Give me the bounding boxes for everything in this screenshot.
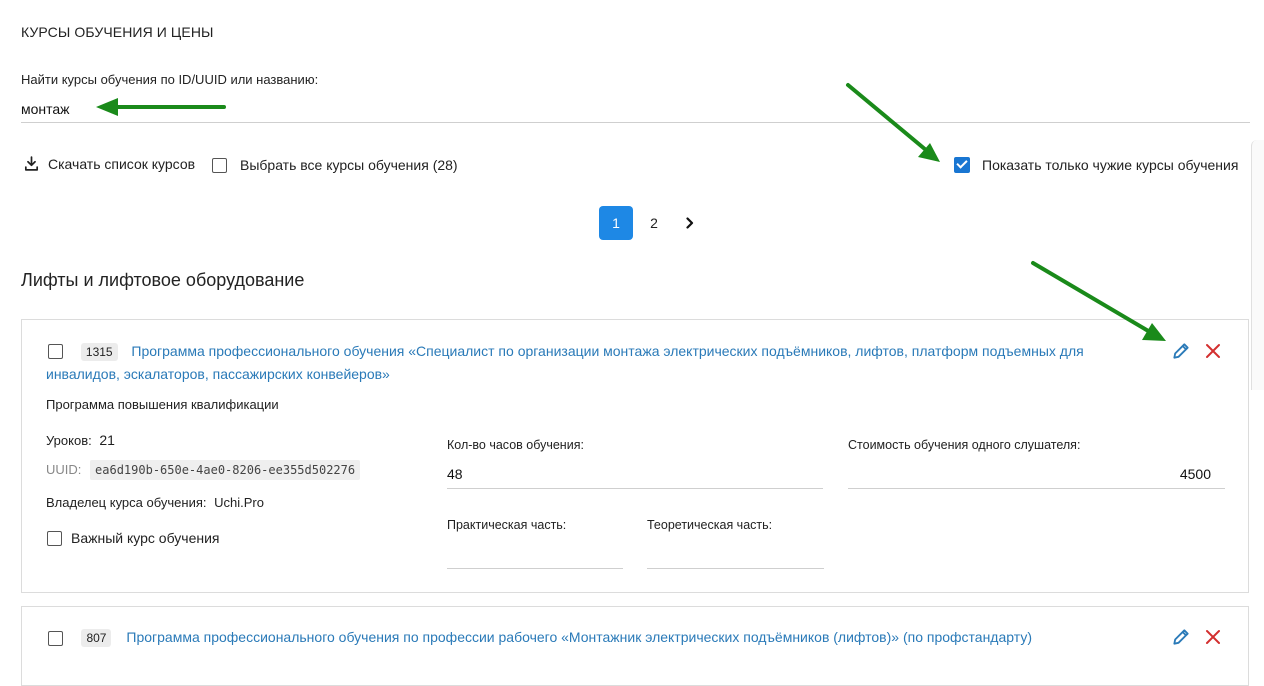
arrow-to-checkbox-icon: [846, 83, 940, 162]
annotation-arrows: [96, 83, 1166, 341]
arrow-to-edit-icon: [1031, 261, 1166, 341]
arrow-to-search-icon: [96, 98, 226, 116]
